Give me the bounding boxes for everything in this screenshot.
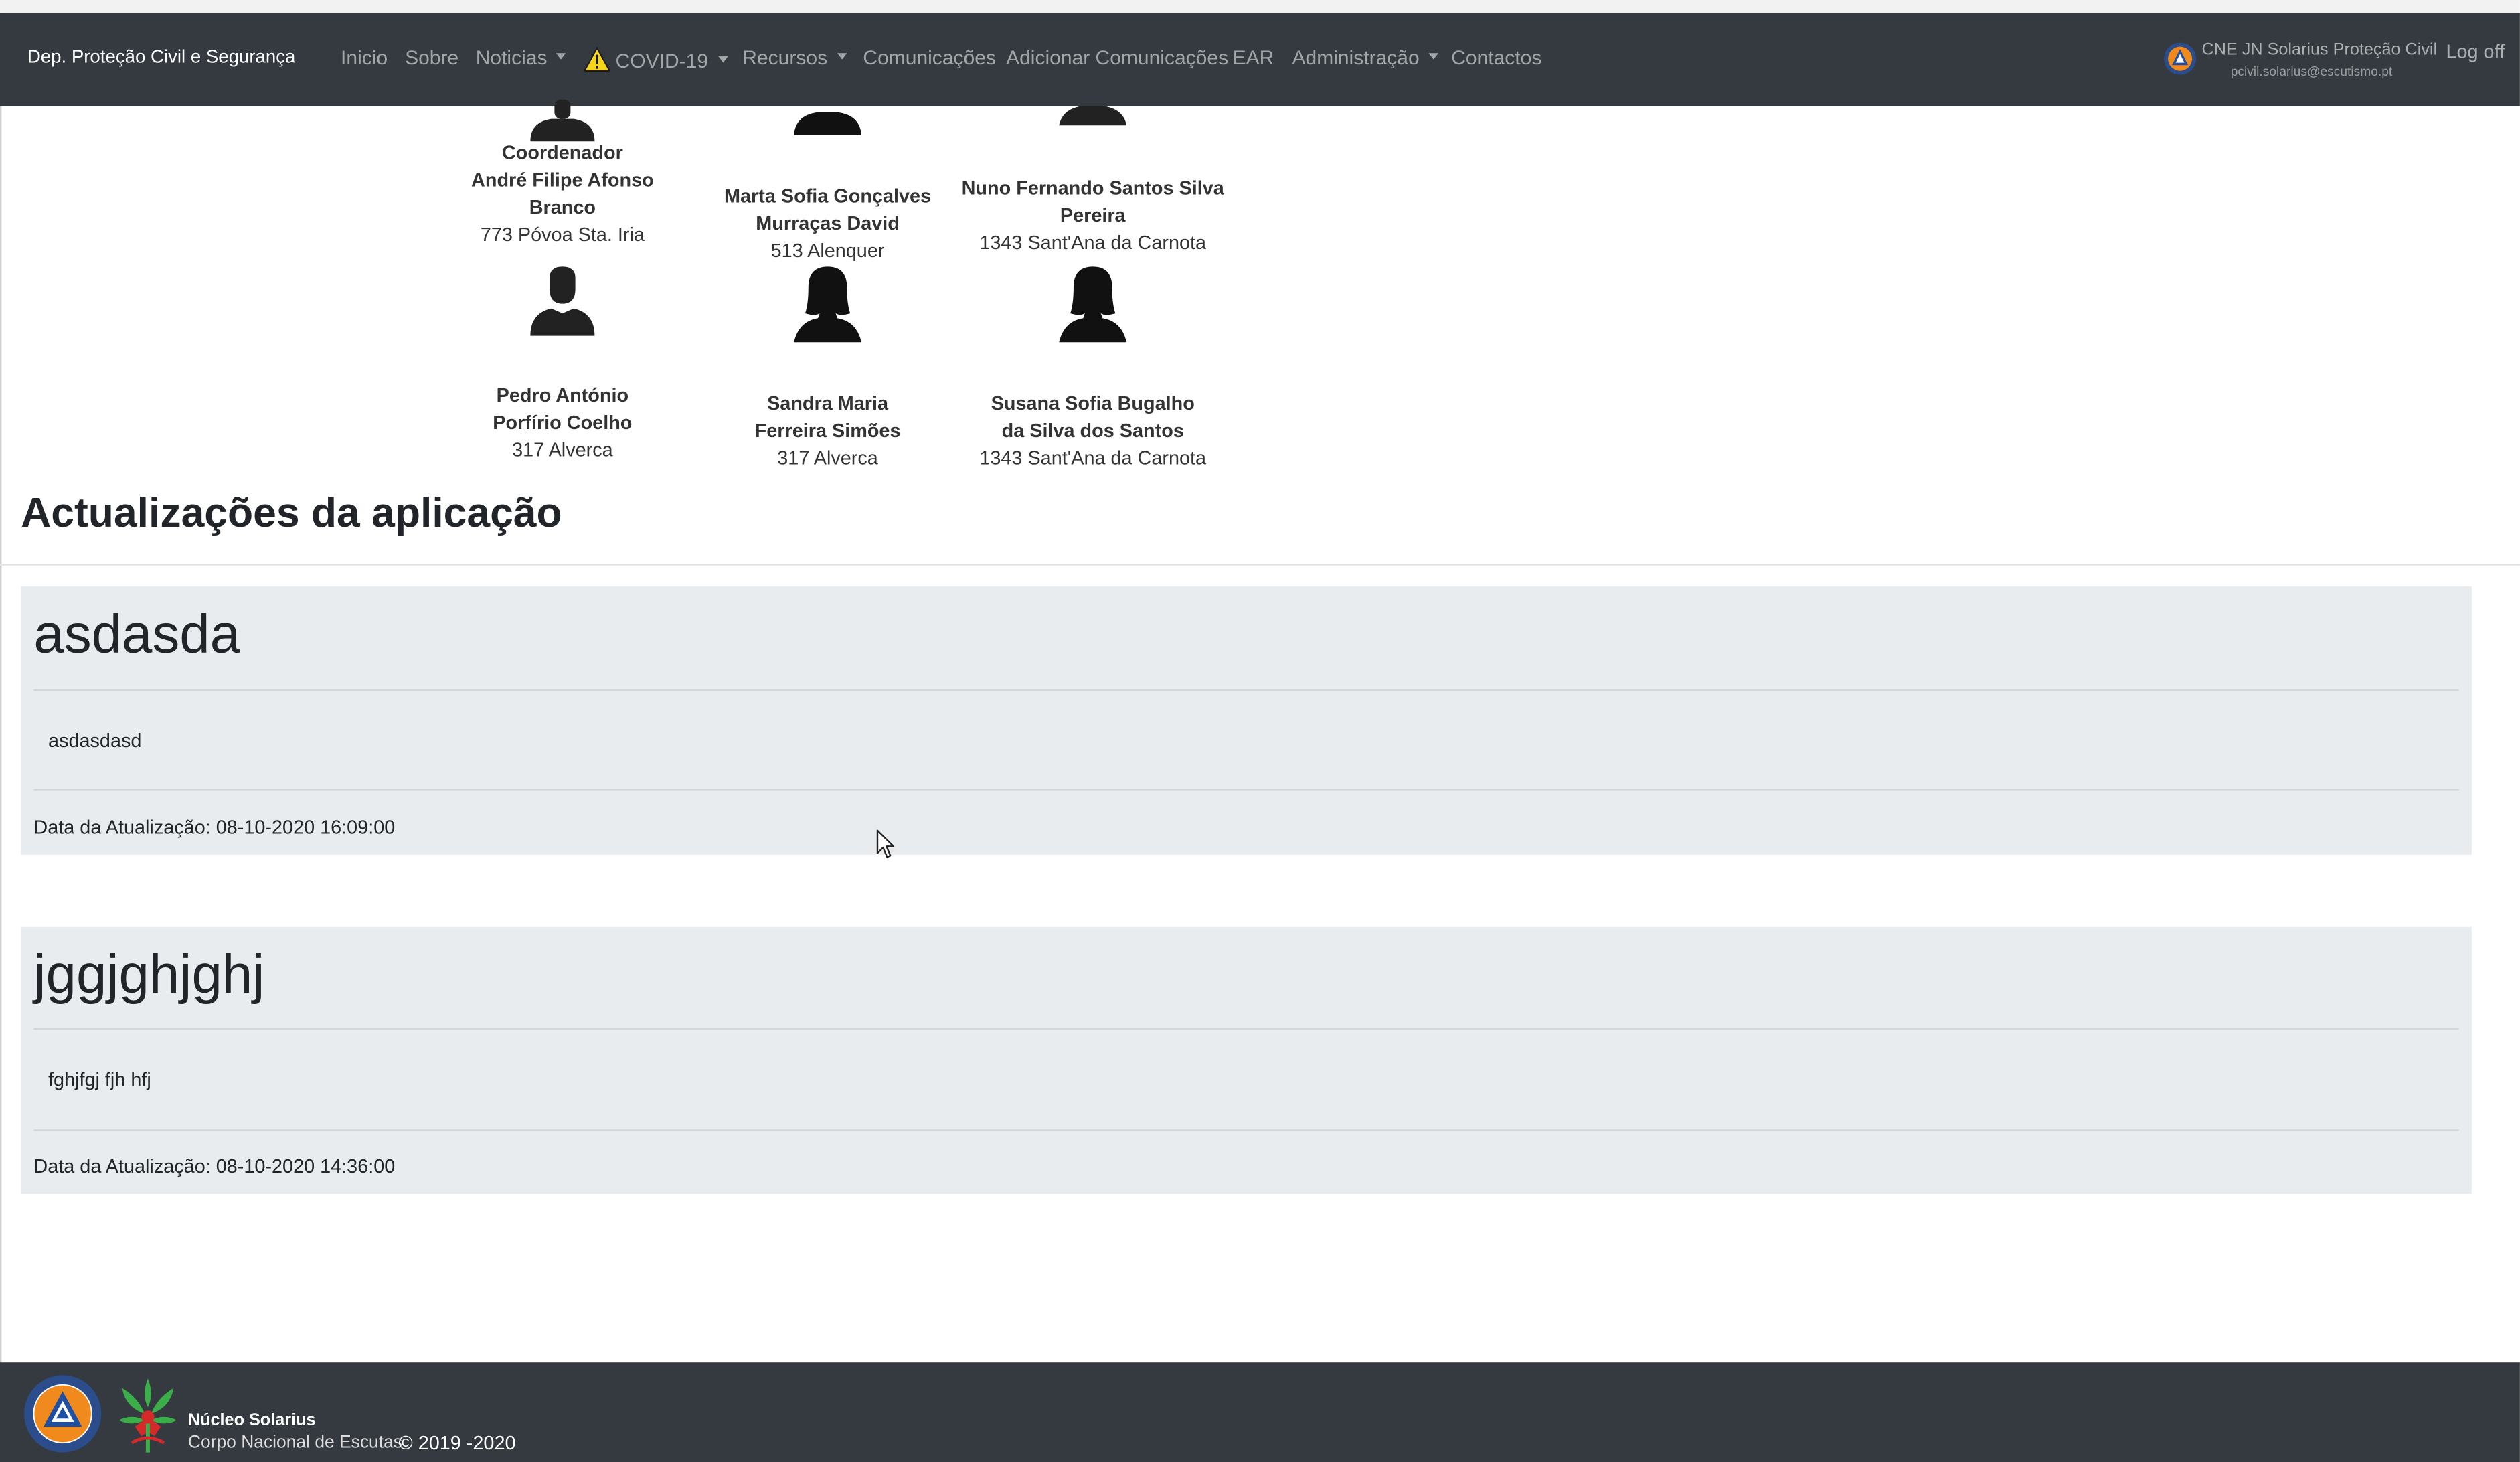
nav-ear[interactable]: EAR [1233,47,1274,70]
section-divider [0,564,2520,566]
nav-covid-label: COVID-19 [615,50,709,73]
nav-comunicacoes-label: Comunicações [863,46,996,70]
top-navbar: Dep. Proteção Civil e Segurança Inicio S… [0,13,2520,106]
user-email: pcivil.solarius@escutismo.pt [2230,64,2393,79]
warning-icon [583,46,611,72]
nav-contactos[interactable]: Contactos [1451,47,1541,70]
female-avatar-icon [794,266,861,343]
nav-comunicacoes[interactable]: Comunicações [863,47,996,70]
update-body: asdasdasd [48,729,142,752]
team-member-card: Sandra Maria Ferreira Simões 317 Alverca [691,390,964,472]
nav-administracao-label: Administração [1292,46,1420,70]
male-avatar-icon [1059,106,1127,126]
male-avatar-icon [530,99,595,142]
team-member-location: 773 Póvoa Sta. Iria [480,223,645,246]
footer: Núcleo Solarius Corpo Nacional de Escuta… [0,1362,2520,1462]
team-member-name: Susana Sofia Bugalho [991,392,1195,415]
update-divider [33,1028,2459,1030]
team-member-name: André Filipe Afonso [471,169,654,191]
nav-sobre-label: Sobre [405,46,459,70]
nav-inicio[interactable]: Inicio [341,47,388,70]
protecao-civil-logo-icon [24,1375,102,1453]
chevron-down-icon [1429,53,1439,60]
female-avatar-icon [794,112,861,135]
chevron-down-icon [556,53,567,60]
update-title: jggjghjghj [33,945,265,1006]
team-member-name: Marta Sofia Gonçalves [724,185,932,208]
team-member-name: Pereira [1060,204,1126,227]
team-member-location: 513 Alenquer [770,239,885,262]
team-member-name: Sandra Maria [767,392,889,415]
footer-org-name: Núcleo Solarius [187,1410,316,1430]
nav-contactos-label: Contactos [1451,46,1542,70]
nav-adicionar-comunicacoes[interactable]: Adicionar Comunicações [1006,47,1228,70]
female-avatar-icon [1059,266,1127,343]
team-member-role: Coordenador [501,141,623,164]
team-member-location: 1343 Sant'Ana da Carnota [979,231,1207,254]
window-left-edge [0,13,2,1462]
nav-recursos-label: Recursos [742,46,828,70]
team-member-name: Nuno Fernando Santos Silva [961,177,1224,199]
team-member-name: Branco [529,195,596,219]
navbar-brand[interactable]: Dep. Proteção Civil e Segurança [27,48,296,68]
team-member-name: Porfírio Coelho [493,411,633,434]
update-divider [33,1129,2459,1131]
chevron-down-icon [837,53,847,60]
nav-administracao-dropdown[interactable]: Administração [1292,46,1439,70]
nav-recursos-dropdown[interactable]: Recursos [742,46,847,70]
page: Dep. Proteção Civil e Segurança Inicio S… [0,0,2520,1462]
team-member-card: Nuno Fernando Santos Silva Pereira 1343 … [956,175,1230,257]
team-member-name: Murraças David [756,212,900,235]
team-member-location: 1343 Sant'Ana da Carnota [979,446,1207,469]
team-member-card: Marta Sofia Gonçalves Murraças David 513… [691,183,964,265]
nav-noticias-label: Noticias [475,46,548,70]
nav-noticias-dropdown[interactable]: Noticias [475,46,567,70]
update-divider [33,689,2459,691]
team-member-location: 317 Alverca [512,438,613,461]
nav-covid-dropdown[interactable]: COVID-19 [583,46,728,73]
update-body: fghjfgj fjh hfj [48,1068,151,1091]
update-divider [33,789,2459,791]
male-avatar-icon [530,266,595,336]
nav-ear-label: EAR [1232,46,1274,70]
protecao-civil-logo-icon [2164,42,2197,75]
footer-org-subtitle: Corpo Nacional de Escutas [187,1433,402,1453]
window-top-strip [0,0,2520,13]
team-member-name: da Silva dos Santos [1001,419,1184,442]
update-card: asdasda asdasdasd Data da Atualização: 0… [21,586,2472,855]
user-name[interactable]: CNE JN Solarius Proteção Civil [2202,40,2438,60]
team-member-card: Pedro António Porfírio Coelho 317 Alverc… [426,382,699,464]
mouse-cursor-icon [876,829,895,858]
team-member-name: Pedro António [496,384,629,407]
chevron-down-icon [718,56,728,63]
team-member-card: Susana Sofia Bugalho da Silva dos Santos… [956,390,1230,472]
update-card: jggjghjghj fghjfgj fjh hfj Data da Atual… [21,926,2472,1194]
updates-section-title: Actualizações da aplicação [21,488,562,537]
nav-adicionar-comunicacoes-label: Adicionar Comunicações [1006,46,1229,70]
team-member-card: Coordenador André Filipe Afonso Branco 7… [426,140,699,249]
nav-sobre[interactable]: Sobre [405,47,458,70]
team-member-name: Ferreira Simões [754,419,901,442]
footer-copyright: © 2019 -2020 [398,1431,516,1454]
team-member-location: 317 Alverca [777,446,878,469]
corpo-nacional-escutas-logo-icon [118,1378,177,1453]
update-date: Data da Atualização: 08-10-2020 14:36:00 [33,1155,396,1178]
nav-inicio-label: Inicio [341,46,388,70]
logoff-link[interactable]: Log off [2446,40,2505,63]
update-title: asdasda [33,604,241,665]
update-date: Data da Atualização: 08-10-2020 16:09:00 [33,816,396,839]
